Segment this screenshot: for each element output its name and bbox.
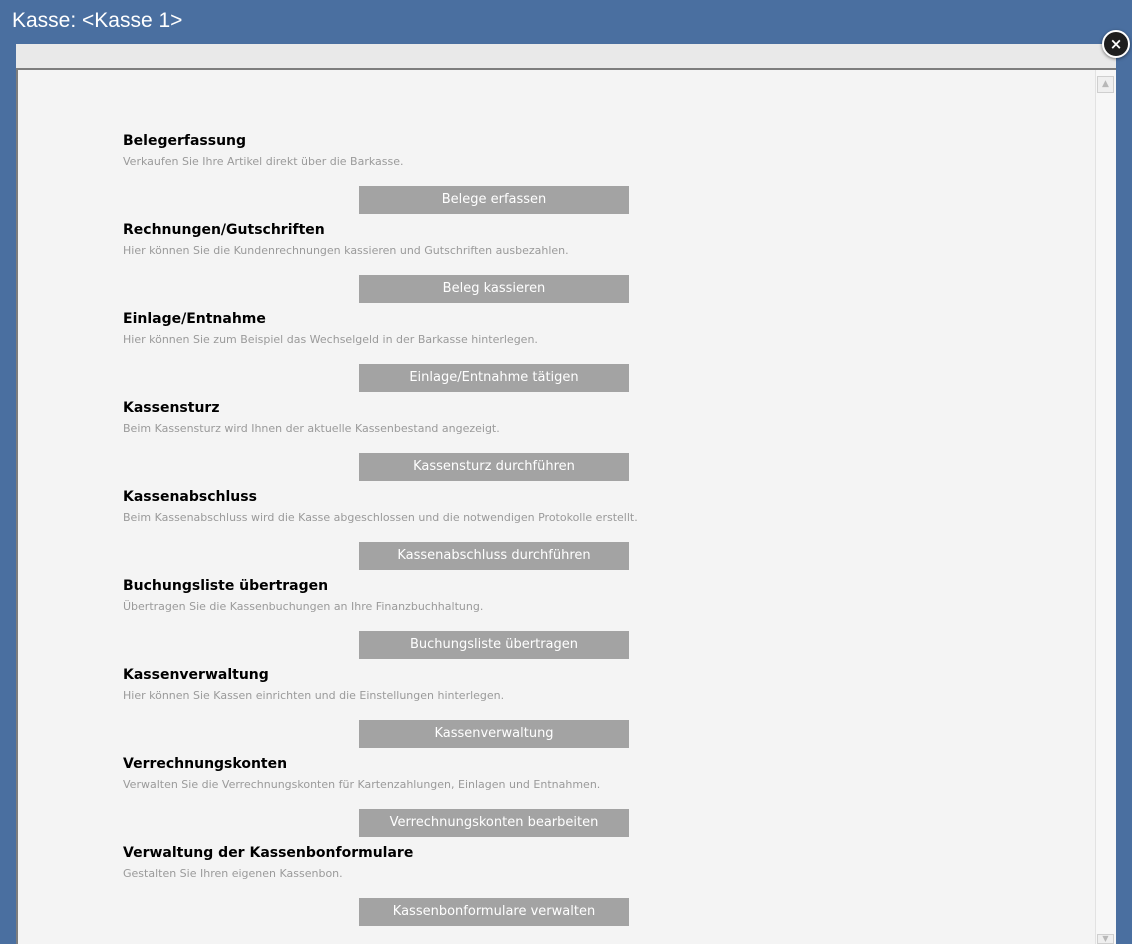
vertical-scrollbar[interactable]: ▲ ▼ [1095,70,1116,944]
window-title-bar: Kasse: <Kasse 1> [0,0,1132,44]
kassensturz-button[interactable]: Kassensturz durchführen [359,453,629,481]
kassenverwaltung-button[interactable]: Kassenverwaltung [359,720,629,748]
verrechnungskonten-button[interactable]: Verrechnungskonten bearbeiten [359,809,629,837]
kassenabschluss-button[interactable]: Kassenabschluss durchführen [359,542,629,570]
scroll-down-icon[interactable]: ▼ [1097,934,1114,944]
section-title: Buchungsliste übertragen [123,578,329,594]
toolbar [16,44,1116,70]
kassenbonformulare-button[interactable]: Kassenbonformulare verwalten [359,898,629,926]
beleg-kassieren-button[interactable]: Beleg kassieren [359,275,629,303]
section-title: Verrechnungskonten [123,756,288,772]
section-title: Kassensturz [123,400,220,416]
section-description: Übertragen Sie die Kassenbuchungen an Ih… [123,600,484,613]
section-description: Gestalten Sie Ihren eigenen Kassenbon. [123,867,343,880]
scroll-up-icon[interactable]: ▲ [1097,76,1114,93]
section-title: Verwaltung der Kassenbonformulare [123,845,414,861]
section-description: Beim Kassenabschluss wird die Kasse abge… [123,511,638,524]
section-description: Hier können Sie Kassen einrichten und di… [123,689,505,702]
section-description: Beim Kassensturz wird Ihnen der aktuelle… [123,422,500,435]
belege-erfassen-button[interactable]: Belege erfassen [359,186,629,214]
close-icon[interactable]: × [1102,30,1130,58]
section-title: Einlage/Entnahme [123,311,266,327]
section-title: Rechnungen/Gutschriften [123,222,325,238]
section-title: Kassenverwaltung [123,667,269,683]
section-description: Hier können Sie die Kundenrechnungen kas… [123,244,569,257]
window-title: Kasse: <Kasse 1> [12,9,183,32]
section-title: Belegerfassung [123,133,247,149]
section-description: Verkaufen Sie Ihre Artikel direkt über d… [123,155,404,168]
section-description: Hier können Sie zum Beispiel das Wechsel… [123,333,538,346]
buchungsliste-button[interactable]: Buchungsliste übertragen [359,631,629,659]
section-title: Kassenabschluss [123,489,257,505]
main-content: Belegerfassung Verkaufen Sie Ihre Artike… [16,70,1116,944]
section-description: Verwalten Sie die Verrechnungskonten für… [123,778,601,791]
einlage-entnahme-button[interactable]: Einlage/Entnahme tätigen [359,364,629,392]
